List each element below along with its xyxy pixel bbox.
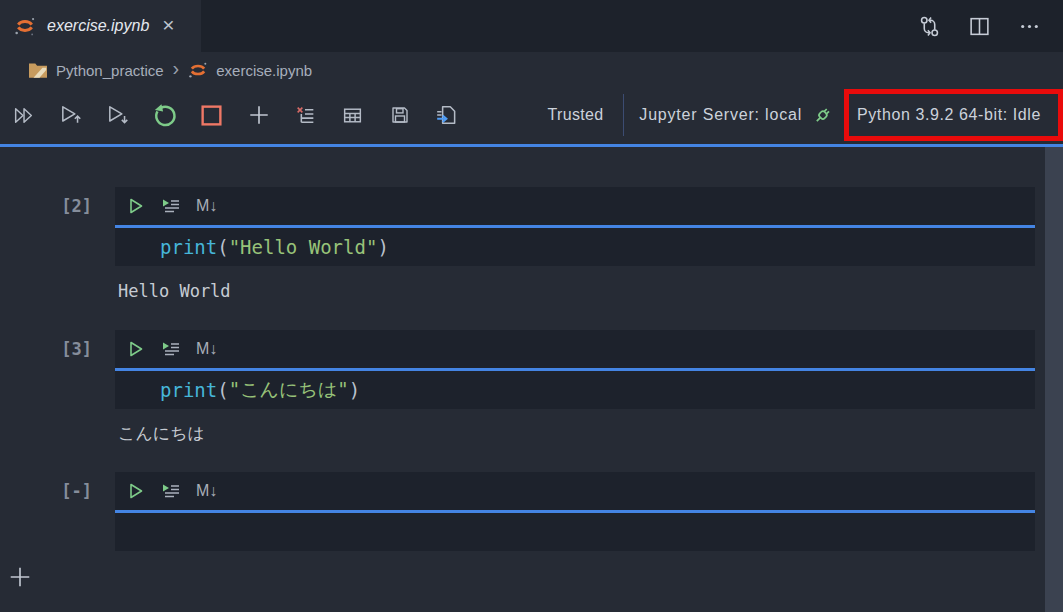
kernel-status: Python 3.9.2 64-bit: Idle bbox=[857, 106, 1041, 124]
change-to-markdown-icon[interactable]: M↓ bbox=[196, 197, 217, 215]
code-string: "Hello World" bbox=[229, 236, 378, 258]
split-editor-icon[interactable] bbox=[968, 15, 991, 38]
run-by-line-icon[interactable] bbox=[160, 481, 182, 501]
change-to-markdown-icon[interactable]: M↓ bbox=[196, 482, 217, 500]
code-cell-3: [-] M↓ bbox=[0, 472, 1035, 551]
code-keyword: print bbox=[160, 379, 217, 401]
execution-count: [3] bbox=[0, 330, 115, 409]
tab-title: exercise.ipynb bbox=[47, 17, 149, 35]
jupyter-icon bbox=[14, 15, 36, 37]
breadcrumb-file[interactable]: exercise.ipynb bbox=[216, 62, 312, 79]
toolbar-separator bbox=[623, 94, 624, 136]
cell-toolbar: M↓ bbox=[115, 330, 1035, 368]
tab-close-icon[interactable]: × bbox=[162, 13, 174, 37]
notebook-content: [2] M↓ print("Hello World") Hello World … bbox=[0, 147, 1063, 612]
code-editor[interactable]: print("こんにちは") bbox=[115, 371, 1035, 409]
run-cell-icon[interactable] bbox=[126, 196, 146, 216]
run-cell-icon[interactable] bbox=[126, 339, 146, 359]
code-paren: ( bbox=[217, 379, 228, 401]
breadcrumb-folder[interactable]: Python_practice bbox=[56, 62, 164, 79]
trusted-status[interactable]: Trusted bbox=[548, 106, 604, 124]
execution-count: [2] bbox=[0, 187, 115, 266]
kernel-status-annotation[interactable]: Python 3.9.2 64-bit: Idle bbox=[844, 89, 1063, 141]
code-editor[interactable] bbox=[115, 513, 1035, 551]
code-cell-1: [2] M↓ print("Hello World") bbox=[0, 187, 1035, 266]
insert-cell-button[interactable] bbox=[235, 103, 282, 127]
breadcrumb-separator: › bbox=[173, 57, 180, 80]
jupyter-icon bbox=[188, 60, 208, 80]
code-string: "こんにちは" bbox=[229, 377, 349, 403]
folder-icon bbox=[28, 62, 48, 79]
variables-button[interactable] bbox=[329, 104, 376, 127]
scrollbar[interactable] bbox=[1045, 147, 1063, 612]
execution-count: [-] bbox=[0, 472, 115, 551]
more-actions-icon[interactable] bbox=[1018, 15, 1041, 38]
breadcrumb: Python_practice › exercise.ipynb bbox=[0, 52, 1063, 88]
run-cell-icon[interactable] bbox=[126, 481, 146, 501]
plug-icon bbox=[811, 104, 834, 127]
export-button[interactable] bbox=[423, 103, 470, 127]
run-by-line-icon[interactable] bbox=[160, 339, 182, 359]
code-keyword: print bbox=[160, 236, 217, 258]
jupyter-server-status[interactable]: Jupyter Server: local bbox=[639, 106, 802, 124]
notebook-toolbar: Trusted Jupyter Server: local Python 3.9… bbox=[0, 88, 1063, 142]
save-button[interactable] bbox=[376, 104, 423, 126]
run-cells-below-button[interactable] bbox=[94, 103, 141, 127]
run-cells-above-button[interactable] bbox=[47, 103, 94, 127]
compare-changes-icon[interactable] bbox=[918, 15, 941, 38]
tab-bar: exercise.ipynb × bbox=[0, 0, 1063, 52]
code-editor[interactable]: print("Hello World") bbox=[115, 228, 1035, 266]
change-to-markdown-icon[interactable]: M↓ bbox=[196, 340, 217, 358]
cell-output: Hello World bbox=[118, 281, 231, 301]
restart-kernel-button[interactable] bbox=[141, 102, 188, 128]
code-paren: ) bbox=[349, 379, 360, 401]
clear-outputs-button[interactable] bbox=[282, 104, 329, 127]
code-paren: ) bbox=[377, 236, 388, 258]
code-paren: ( bbox=[217, 236, 228, 258]
cell-output: こんにちは bbox=[118, 422, 205, 445]
cell-toolbar: M↓ bbox=[115, 187, 1035, 225]
interrupt-kernel-button[interactable] bbox=[188, 103, 235, 128]
run-all-button[interactable] bbox=[0, 104, 47, 127]
code-cell-2: [3] M↓ print("こんにちは") bbox=[0, 330, 1035, 409]
cell-toolbar: M↓ bbox=[115, 472, 1035, 510]
add-cell-button[interactable] bbox=[8, 565, 32, 589]
tab-exercise-ipynb[interactable]: exercise.ipynb × bbox=[0, 0, 201, 52]
run-by-line-icon[interactable] bbox=[160, 196, 182, 216]
